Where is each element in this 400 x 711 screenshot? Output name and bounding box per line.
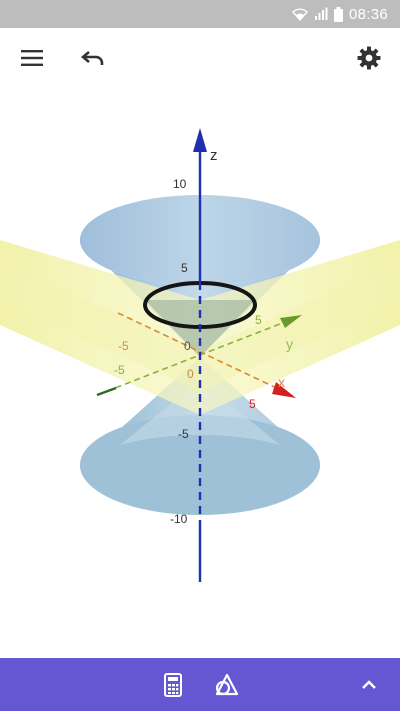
geometry-tools-icon [215,673,239,696]
z-axis-arrow[interactable] [193,128,207,152]
tick-z-neg5: -5 [178,427,189,441]
status-time: 08:36 [348,5,388,23]
chevron-up-icon [362,680,376,689]
calculator-icon [164,673,182,697]
gear-icon [357,46,381,70]
tools-button[interactable] [210,669,242,701]
algebra-calculator-button[interactable] [157,669,189,701]
x-axis-label: x [278,374,285,390]
undo-icon [81,51,104,65]
top-toolbar [0,28,400,88]
wifi-icon [291,7,308,21]
settings-button[interactable] [353,42,385,74]
signal-icon [314,7,328,21]
tick-origin-x: 0 [187,367,194,381]
tick-y-5: 5 [255,313,262,327]
tick-z-5: 5 [181,261,188,275]
menu-button[interactable] [16,42,48,74]
z-axis-label: z [210,147,218,164]
y-axis-label: y [286,336,293,352]
bottom-bar [0,658,400,711]
tick-origin: 0 [184,339,191,353]
expand-button[interactable] [353,669,385,701]
tick-y-neg5: -5 [114,363,125,377]
y-axis-neg-segment [96,386,117,397]
tick-x-5: 5 [249,397,256,411]
status-bar: 08:36 [0,0,400,28]
tick-z-10: 10 [173,177,187,191]
tick-x-neg5: -5 [118,339,129,353]
undo-button[interactable] [77,42,109,74]
battery-icon [333,6,343,22]
menu-icon [21,50,43,66]
tick-z-neg10: -10 [170,512,188,526]
graphics-3d-view[interactable]: z y x 10 5 -5 -10 0 0 5 -5 5 -5 [0,88,400,658]
